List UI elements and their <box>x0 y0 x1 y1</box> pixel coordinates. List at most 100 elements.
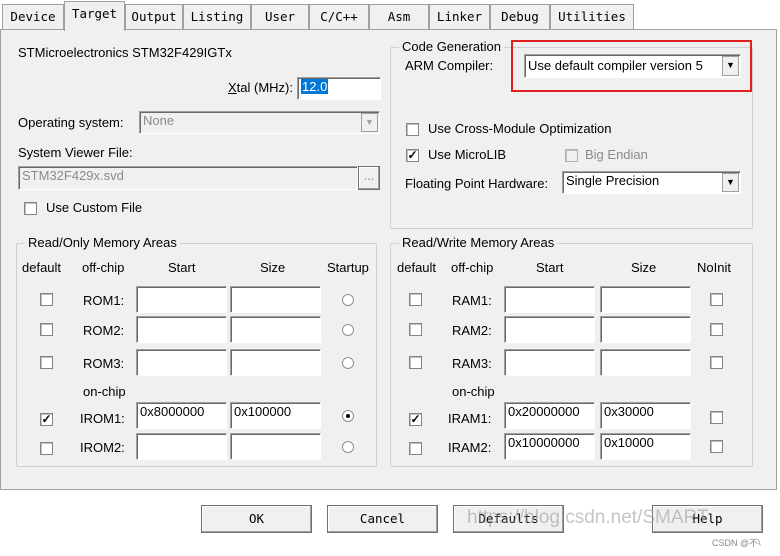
big-endian-checkbox[interactable] <box>565 149 578 162</box>
ram3-noinit-checkbox[interactable] <box>710 356 723 369</box>
big-endian-label: Big Endian <box>585 147 648 162</box>
svf-browse-button[interactable]: ... <box>358 166 380 190</box>
ram3-default-checkbox[interactable] <box>409 356 422 369</box>
tab-user[interactable]: User <box>251 4 309 30</box>
rom3-size-input[interactable] <box>230 349 321 376</box>
rw-header-default: default <box>397 260 437 275</box>
ram3-start-input[interactable] <box>504 349 595 376</box>
xtal-label: Xtal (MHz): <box>228 80 293 95</box>
device-name: STMicroelectronics STM32F429IGTx <box>18 45 232 60</box>
tab-linker[interactable]: Linker <box>429 4 490 30</box>
tab-device[interactable]: Device <box>2 4 64 30</box>
custom-file-checkbox[interactable] <box>24 202 37 215</box>
rw-header-offchip: off-chip <box>451 260 494 275</box>
rom3-label: ROM3: <box>83 356 125 371</box>
iram2-default-checkbox[interactable] <box>409 442 422 455</box>
arm-compiler-label: ARM Compiler: <box>405 58 494 73</box>
xtal-input[interactable]: 12.0 <box>297 77 381 100</box>
ram2-size-input[interactable] <box>600 316 691 343</box>
rom3-startup-radio[interactable] <box>342 357 354 369</box>
ram2-start-input[interactable] <box>504 316 595 343</box>
corner-watermark: CSDN @不\ <box>712 538 761 548</box>
iram2-noinit-checkbox[interactable] <box>710 440 723 453</box>
os-label: Operating system: <box>18 115 124 130</box>
ram2-label: RAM2: <box>452 323 492 338</box>
svf-input[interactable]: STM32F429x.svd <box>18 166 358 190</box>
os-select[interactable]: None ▼ <box>139 111 380 134</box>
rw-header-noinit: NoInit <box>697 260 731 275</box>
ram1-label: RAM1: <box>452 293 492 308</box>
watermark: https://blog.csdn.net/SMART <box>467 507 709 528</box>
iram2-size-input[interactable]: 0x10000 <box>600 433 691 460</box>
irom2-startup-radio[interactable] <box>342 441 354 453</box>
readonly-memory-legend: Read/Only Memory Areas <box>25 235 180 251</box>
irom2-default-checkbox[interactable] <box>40 442 53 455</box>
xtal-value: 12.0 <box>301 79 329 94</box>
irom2-size-input[interactable] <box>230 433 321 460</box>
ram3-size-input[interactable] <box>600 349 691 376</box>
ok-button[interactable]: OK <box>201 505 312 533</box>
rom1-default-checkbox[interactable] <box>40 293 53 306</box>
ram2-noinit-checkbox[interactable] <box>710 323 723 336</box>
tab-asm[interactable]: Asm <box>369 4 429 30</box>
fp-hardware-dropdown-arrow-icon[interactable]: ▼ <box>722 173 739 192</box>
rom2-label: ROM2: <box>83 323 125 338</box>
ram1-size-input[interactable] <box>600 286 691 313</box>
tab-listing[interactable]: Listing <box>183 4 251 30</box>
rom2-startup-radio[interactable] <box>342 324 354 336</box>
tab-target[interactable]: Target <box>64 1 125 31</box>
iram1-noinit-checkbox[interactable] <box>710 411 723 424</box>
ro-header-offchip: off-chip <box>82 260 125 275</box>
rom3-start-input[interactable] <box>136 349 227 376</box>
tab-utilities[interactable]: Utilities <box>550 4 634 30</box>
microlib-label: Use MicroLIB <box>428 147 507 162</box>
irom2-label: IROM2: <box>80 440 125 455</box>
ro-header-size: Size <box>260 260 286 275</box>
rom2-start-input[interactable] <box>136 316 227 343</box>
readwrite-memory-legend: Read/Write Memory Areas <box>399 235 558 251</box>
fp-hardware-select[interactable]: Single Precision ▼ <box>562 171 741 194</box>
custom-file-label: Use Custom File <box>46 200 143 215</box>
rw-header-start: Start <box>536 260 564 275</box>
tab-output[interactable]: Output <box>125 4 183 30</box>
fp-hardware-value: Single Precision <box>566 173 660 188</box>
ram2-default-checkbox[interactable] <box>409 323 422 336</box>
xtal-label-accel: X <box>228 80 237 95</box>
ro-header-start: Start <box>168 260 196 275</box>
rom1-startup-radio[interactable] <box>342 294 354 306</box>
rom3-default-checkbox[interactable] <box>40 356 53 369</box>
cross-module-checkbox[interactable] <box>406 123 419 136</box>
cross-module-label: Use Cross-Module Optimization <box>428 121 612 136</box>
rom1-label: ROM1: <box>83 293 125 308</box>
iram1-start-input[interactable]: 0x20000000 <box>504 402 595 429</box>
ro-header-default: default <box>22 260 62 275</box>
rom2-size-input[interactable] <box>230 316 321 343</box>
os-dropdown-arrow-icon[interactable]: ▼ <box>361 113 378 132</box>
svf-label: System Viewer File: <box>18 145 133 160</box>
ram1-default-checkbox[interactable] <box>409 293 422 306</box>
rw-header-size: Size <box>631 260 657 275</box>
ram1-start-input[interactable] <box>504 286 595 313</box>
rom1-start-input[interactable] <box>136 286 227 313</box>
iram1-default-checkbox[interactable]: ✓ <box>409 413 422 426</box>
xtal-label-rest: tal (MHz): <box>236 80 294 95</box>
rom1-size-input[interactable] <box>230 286 321 313</box>
tab-debug[interactable]: Debug <box>490 4 550 30</box>
irom1-size-input[interactable]: 0x100000 <box>230 402 321 429</box>
iram2-start-input[interactable]: 0x10000000 <box>504 433 595 460</box>
cancel-button[interactable]: Cancel <box>327 505 438 533</box>
tab-cpp[interactable]: C/C++ <box>309 4 369 30</box>
irom1-start-input[interactable]: 0x8000000 <box>136 402 227 429</box>
microlib-checkbox[interactable]: ✓ <box>406 149 419 162</box>
iram1-label: IRAM1: <box>448 411 492 426</box>
ram3-label: RAM3: <box>452 356 492 371</box>
irom2-start-input[interactable] <box>136 433 227 460</box>
irom1-startup-radio[interactable] <box>342 410 354 422</box>
tab-bar: Device Target Output Listing User C/C++ … <box>0 0 780 31</box>
iram1-size-input[interactable]: 0x30000 <box>600 402 691 429</box>
ram1-noinit-checkbox[interactable] <box>710 293 723 306</box>
irom1-default-checkbox[interactable]: ✓ <box>40 413 53 426</box>
svf-value: STM32F429x.svd <box>22 168 124 183</box>
rom2-default-checkbox[interactable] <box>40 323 53 336</box>
ro-onchip-label: on-chip <box>83 384 126 399</box>
